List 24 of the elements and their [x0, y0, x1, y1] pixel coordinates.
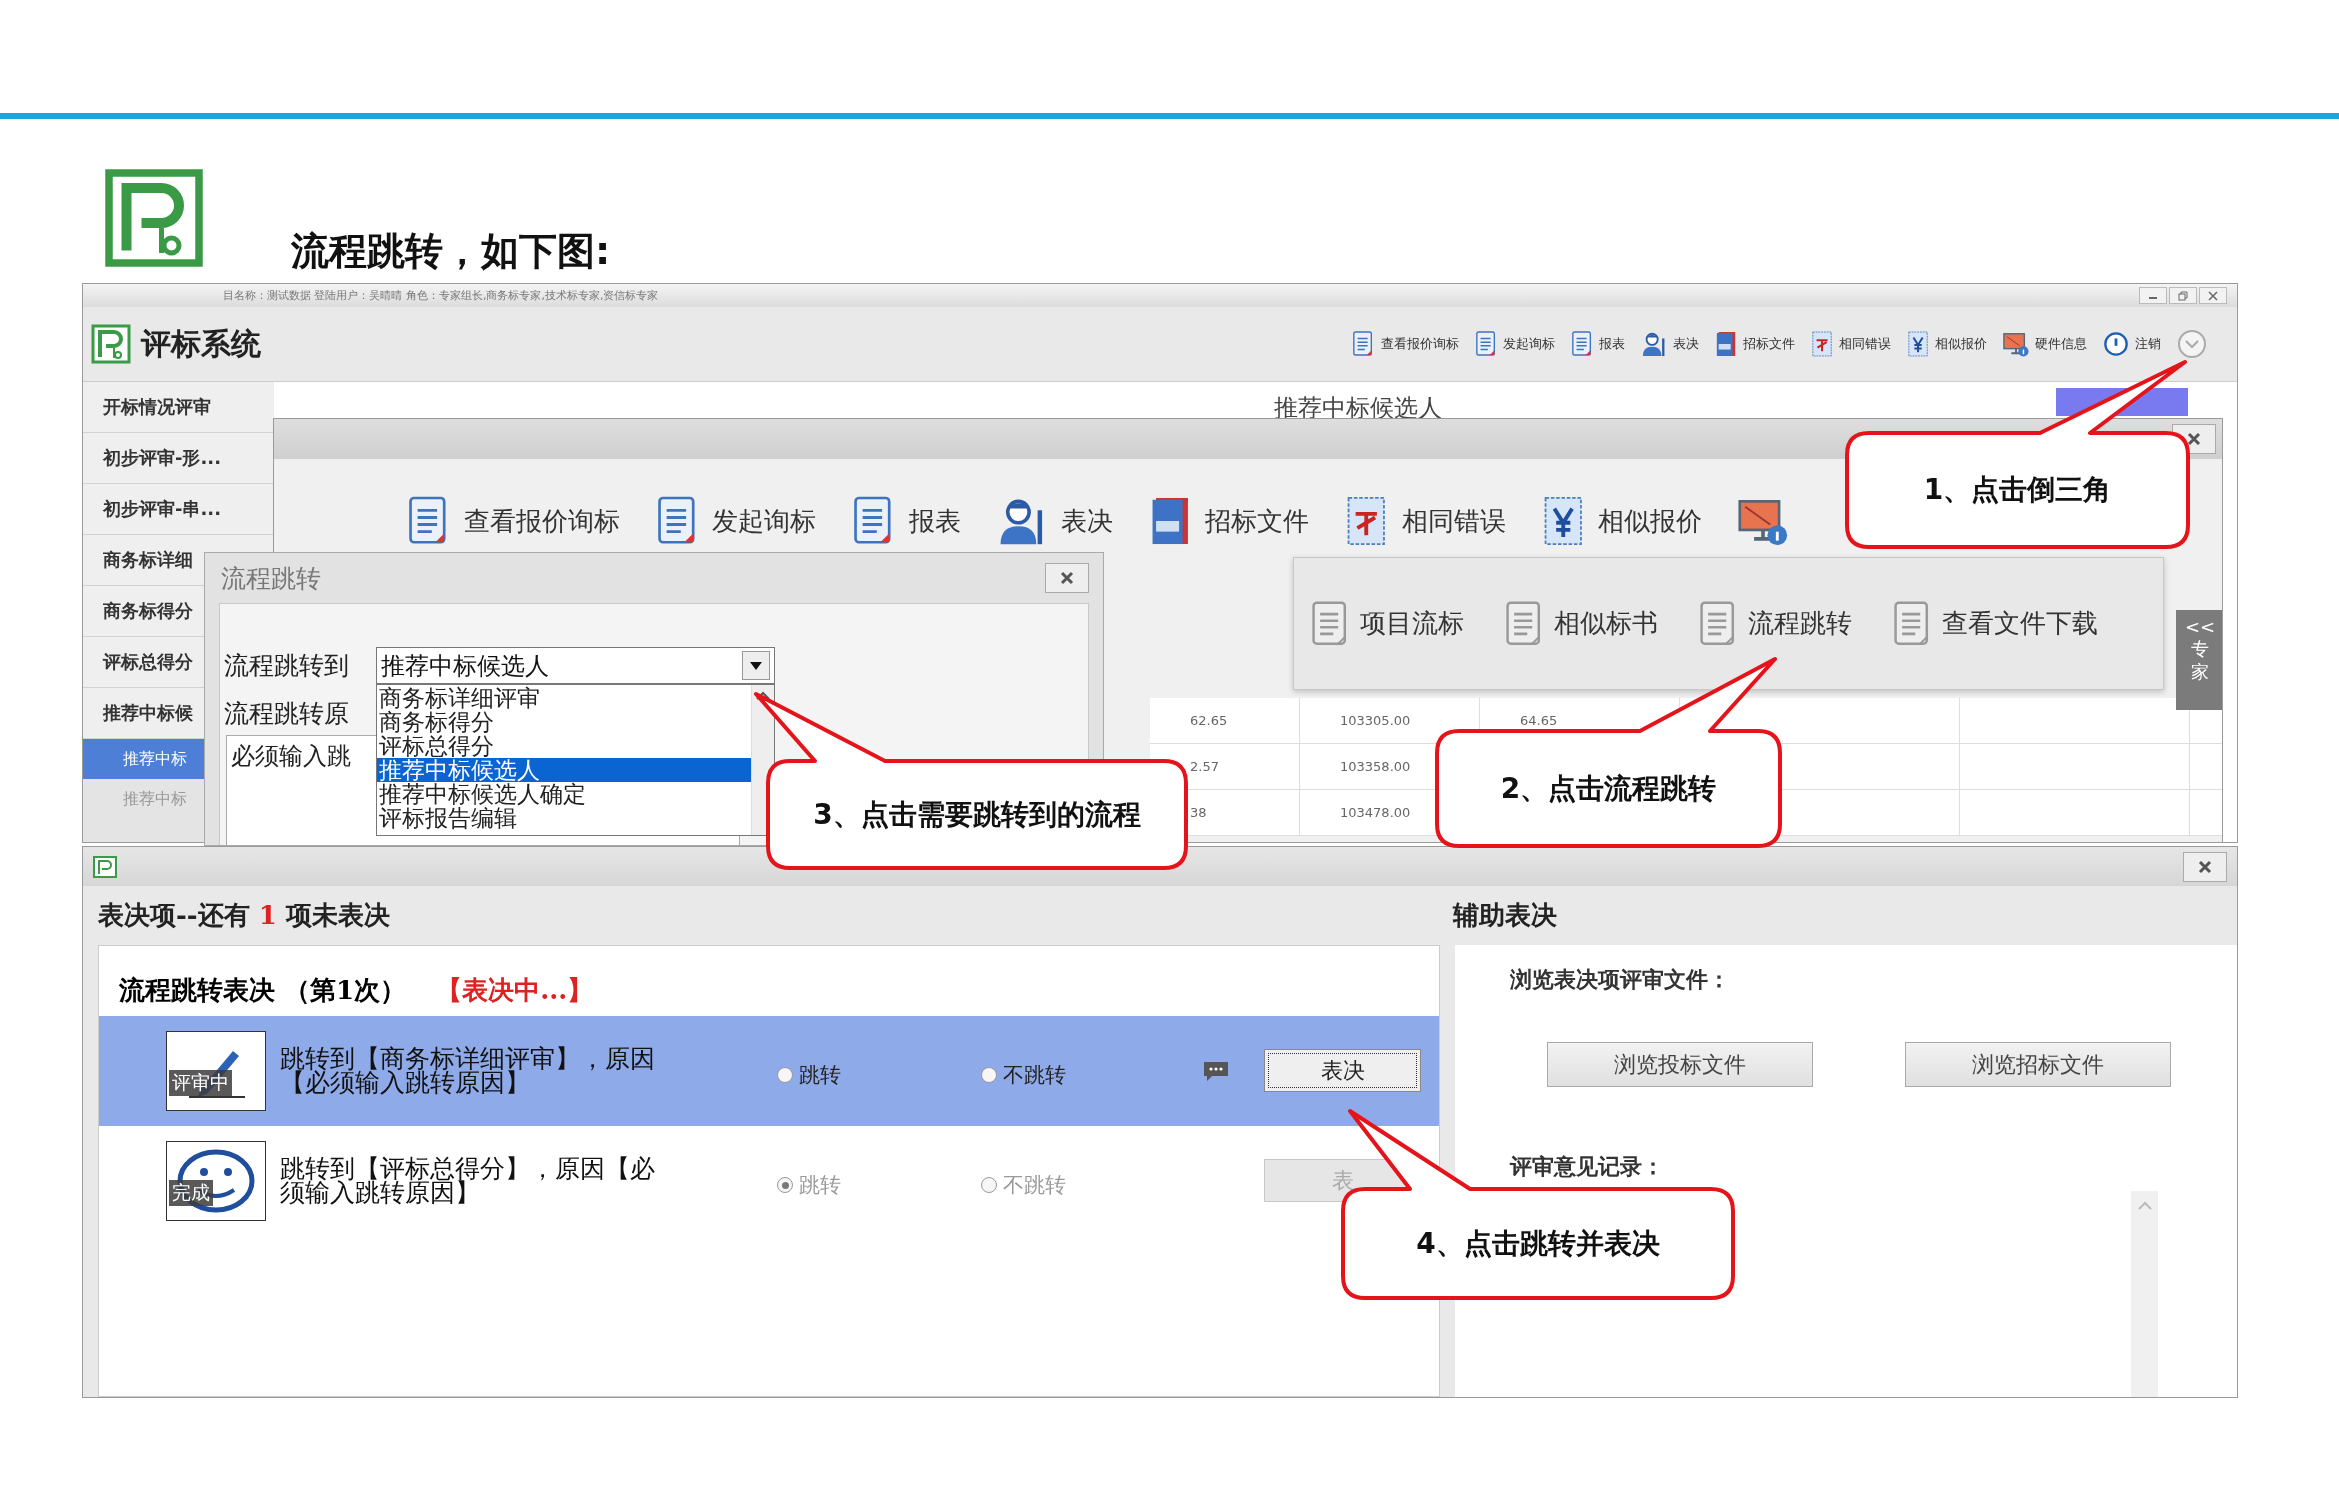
table-cell: 64.65	[1520, 713, 1558, 728]
pending-votes: 表决项--还有 1 项未表决	[97, 899, 391, 932]
vote-status: 【表决中...】	[436, 974, 594, 1006]
section-label: 评审意见记录：	[1510, 1152, 1664, 1181]
section-title: 流程跳转表决 （第1次）	[119, 974, 407, 1006]
status-label: 完成	[169, 1180, 213, 1206]
user-info: 目名称：测试数据 登陆用户：吴晴晴 角色：专家组长,商务标专家,技术标专家,资信标专家	[223, 288, 659, 303]
app-title: 评标系统	[141, 324, 261, 363]
callout-text: 3、点击需要跳转到的流程	[813, 796, 1141, 833]
table-cell: 103478.00	[1340, 805, 1411, 820]
table-cell: 38	[1190, 805, 1207, 820]
callout-text: 4、点击跳转并表决	[1416, 1225, 1660, 1262]
table-cell: 103358.00	[1340, 759, 1411, 774]
panel-title: 辅助表决	[1453, 899, 1557, 932]
table-cell: 103305.00	[1340, 713, 1411, 728]
table-cell: 2.57	[1190, 759, 1219, 774]
callout-text: 2、点击流程跳转	[1500, 770, 1717, 807]
vote-item-text: 跳转到【商务标详细评审】，原因【必须输入跳转原因】	[280, 1047, 656, 1095]
slide-title: 流程跳转，如下图:	[291, 228, 611, 275]
section-label: 浏览表决项评审文件：	[1510, 965, 1730, 994]
vote-item-text: 跳转到【评标总得分】，原因【必须输入跳转原因】	[280, 1157, 656, 1205]
callout-text: 1、点击倒三角	[1923, 472, 2112, 508]
status-label: 评审中	[169, 1070, 232, 1096]
table-cell: 62.65	[1190, 713, 1228, 728]
